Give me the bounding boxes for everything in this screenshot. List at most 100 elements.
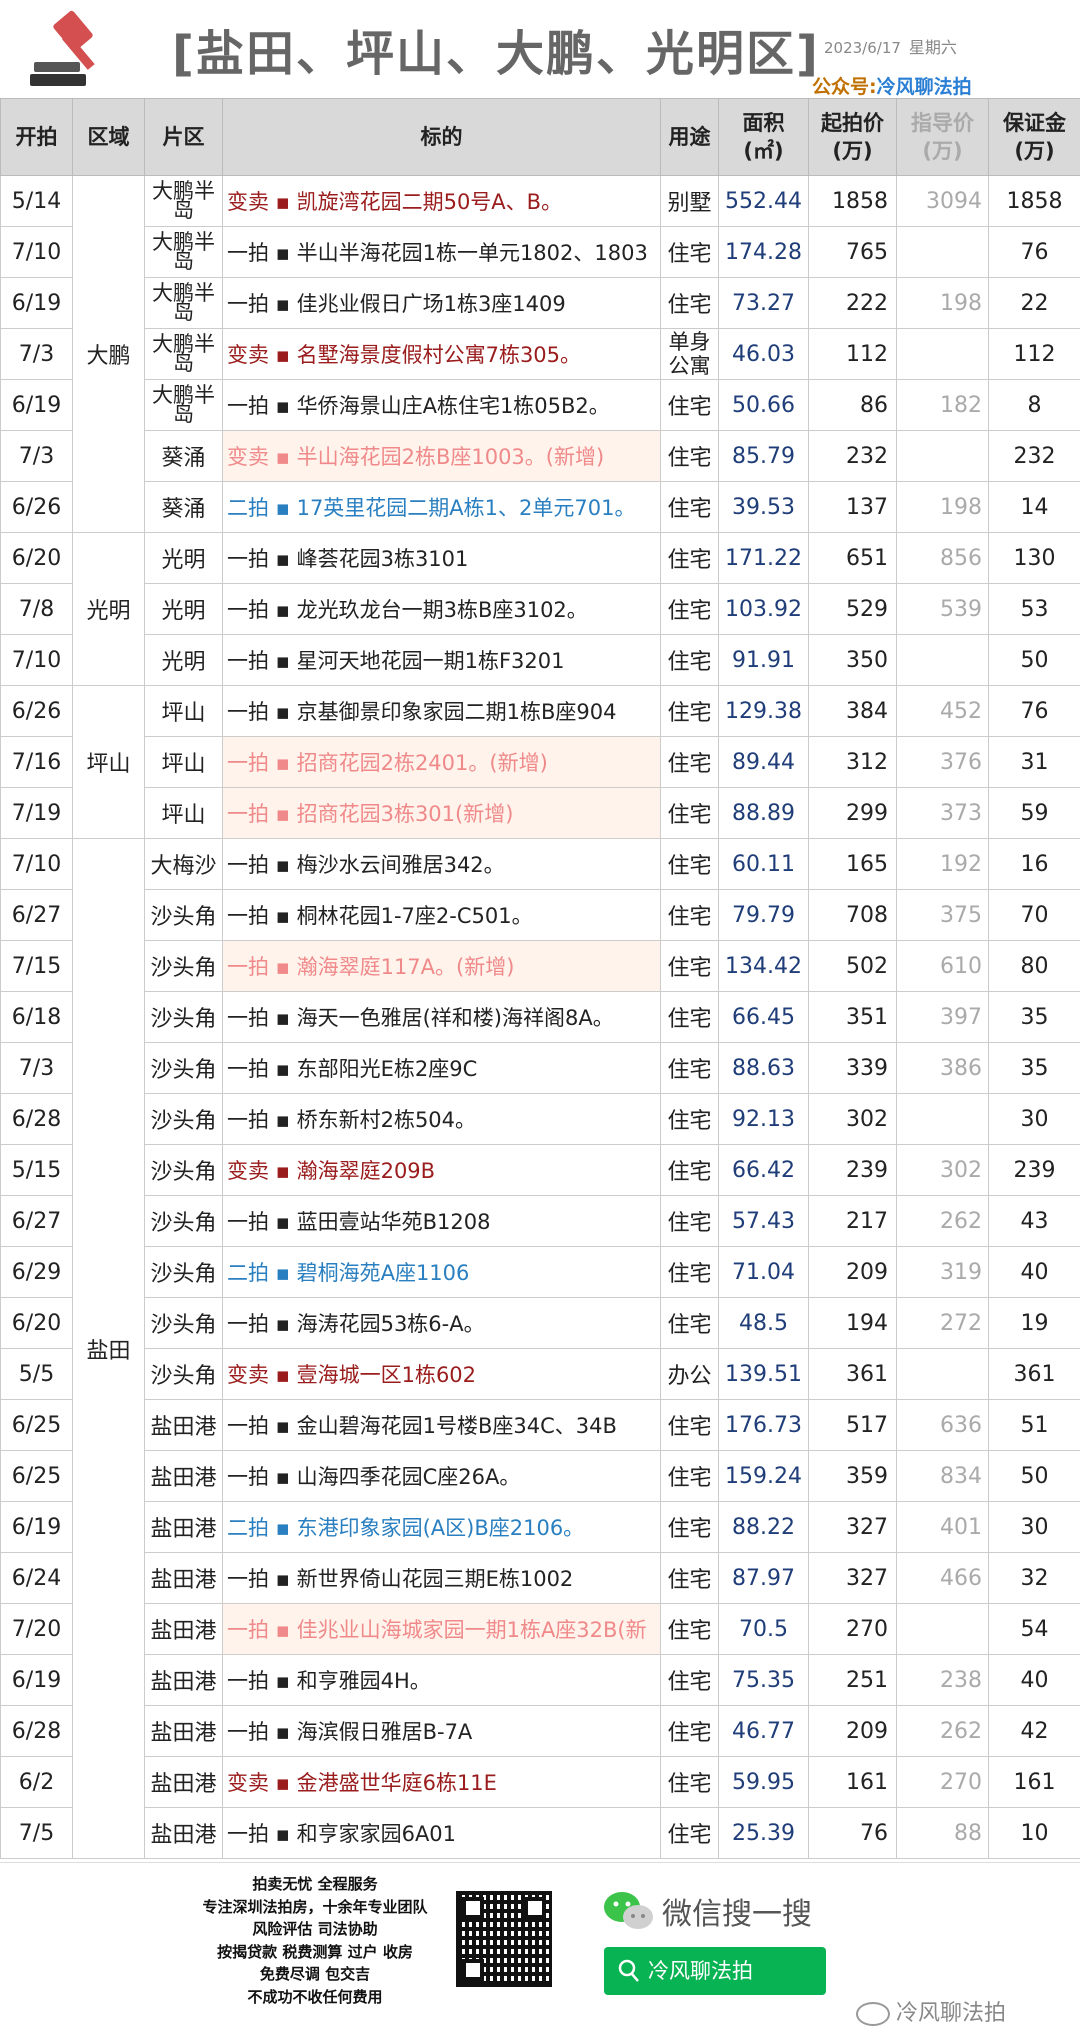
cell-target[interactable]: 变卖 ▪ 金港盛世华庭6栋11E <box>223 1757 661 1808</box>
cell-subarea: 葵涌 <box>145 431 223 482</box>
cell-target[interactable]: 一拍 ▪ 瀚海翠庭117A。(新增) <box>223 941 661 992</box>
table-row[interactable]: 6/19大鹏半岛一拍 ▪ 佳兆业假日广场1栋3座1409住宅73.2722219… <box>1 278 1080 329</box>
table-row[interactable]: 5/15沙头角变卖 ▪ 瀚海翠庭209B住宅66.42239302239 <box>1 1145 1080 1196</box>
cell-target[interactable]: 一拍 ▪ 新世界倚山花园三期E栋1002 <box>223 1553 661 1604</box>
cell-use: 住宅 <box>661 1757 719 1808</box>
cell-target[interactable]: 变卖 ▪ 名墅海景度假村公寓7栋305。 <box>223 329 661 380</box>
cell-use: 别墅 <box>661 176 719 227</box>
table-row[interactable]: 7/16坪山一拍 ▪ 招商花园2栋2401。(新增)住宅89.443123763… <box>1 737 1080 788</box>
table-row[interactable]: 6/19盐田港二拍 ▪ 东港印象家园(A区)B座2106。住宅88.223274… <box>1 1502 1080 1553</box>
table-row[interactable]: 7/10光明一拍 ▪ 星河天地花园一期1栋F3201住宅91.9135050 <box>1 635 1080 686</box>
table-row[interactable]: 7/19坪山一拍 ▪ 招商花园3栋301(新增)住宅88.8929937359 <box>1 788 1080 839</box>
cell-guide-price: 238 <box>897 1655 989 1706</box>
table-row[interactable]: 7/15沙头角一拍 ▪ 瀚海翠庭117A。(新增)住宅134.425026108… <box>1 941 1080 992</box>
cell-deposit: 22 <box>989 278 1080 329</box>
cell-target[interactable]: 二拍 ▪ 17英里花园二期A栋1、2单元701。 <box>223 482 661 533</box>
table-row[interactable]: 6/2盐田港变卖 ▪ 金港盛世华庭6栋11E住宅59.95161270161 <box>1 1757 1080 1808</box>
cell-target[interactable]: 一拍 ▪ 东部阳光E栋2座9C <box>223 1043 661 1094</box>
cell-target[interactable]: 一拍 ▪ 京基御景印象家园二期1栋B座904 <box>223 686 661 737</box>
cell-subarea: 坪山 <box>145 788 223 839</box>
cell-target[interactable]: 一拍 ▪ 桥东新村2栋504。 <box>223 1094 661 1145</box>
cell-target[interactable]: 一拍 ▪ 金山碧海花园1号楼B座34C、34B <box>223 1400 661 1451</box>
cell-area: 57.43 <box>719 1196 809 1247</box>
cell-area: 50.66 <box>719 380 809 431</box>
cell-deposit: 31 <box>989 737 1080 788</box>
table-row[interactable]: 6/20沙头角一拍 ▪ 海涛花园53栋6-A。住宅48.519427219 <box>1 1298 1080 1349</box>
table-row[interactable]: 6/25盐田港一拍 ▪ 山海四季花园C座26A。住宅159.2435983450 <box>1 1451 1080 1502</box>
cell-start-price: 361 <box>809 1349 897 1400</box>
table-row[interactable]: 6/20光明光明一拍 ▪ 峰荟花园3栋3101住宅171.22651856130 <box>1 533 1080 584</box>
cell-target[interactable]: 一拍 ▪ 山海四季花园C座26A。 <box>223 1451 661 1502</box>
auction-table: 开拍 区域 片区 标的 用途 面积(㎡) 起拍价(万) 指导价(万) 保证金(万… <box>0 98 1080 1859</box>
cell-target[interactable]: 一拍 ▪ 海涛花园53栋6-A。 <box>223 1298 661 1349</box>
table-row[interactable]: 6/28沙头角一拍 ▪ 桥东新村2栋504。住宅92.1330230 <box>1 1094 1080 1145</box>
qr-code-icon[interactable] <box>456 1891 552 1987</box>
cell-target[interactable]: 一拍 ▪ 蓝田壹站华苑B1208 <box>223 1196 661 1247</box>
cell-start-price: 137 <box>809 482 897 533</box>
cell-target[interactable]: 一拍 ▪ 海滨假日雅居B-7A <box>223 1706 661 1757</box>
cell-open-date: 7/19 <box>1 788 73 839</box>
cell-guide-price: 3094 <box>897 176 989 227</box>
cell-use: 住宅 <box>661 227 719 278</box>
cell-target[interactable]: 一拍 ▪ 招商花园2栋2401。(新增) <box>223 737 661 788</box>
cell-target[interactable]: 一拍 ▪ 峰荟花园3栋3101 <box>223 533 661 584</box>
table-row[interactable]: 6/28盐田港一拍 ▪ 海滨假日雅居B-7A住宅46.7720926242 <box>1 1706 1080 1757</box>
cell-target[interactable]: 一拍 ▪ 桐林花园1-7座2-C501。 <box>223 890 661 941</box>
cell-target[interactable]: 一拍 ▪ 星河天地花园一期1栋F3201 <box>223 635 661 686</box>
table-row[interactable]: 6/27沙头角一拍 ▪ 桐林花园1-7座2-C501。住宅79.79708375… <box>1 890 1080 941</box>
cell-guide-price: 376 <box>897 737 989 788</box>
table-row[interactable]: 6/18沙头角一拍 ▪ 海天一色雅居(祥和楼)海祥阁8A。住宅66.453513… <box>1 992 1080 1043</box>
cell-deposit: 32 <box>989 1553 1080 1604</box>
table-row[interactable]: 6/25盐田港一拍 ▪ 金山碧海花园1号楼B座34C、34B住宅176.7351… <box>1 1400 1080 1451</box>
cell-subarea: 坪山 <box>145 686 223 737</box>
table-row[interactable]: 7/3葵涌变卖 ▪ 半山海花园2栋B座1003。(新增)住宅85.7923223… <box>1 431 1080 482</box>
cell-target[interactable]: 一拍 ▪ 和亨家家园6A01 <box>223 1808 661 1859</box>
cell-target[interactable]: 变卖 ▪ 半山海花园2栋B座1003。(新增) <box>223 431 661 482</box>
table-row[interactable]: 6/29沙头角二拍 ▪ 碧桐海苑A座1106住宅71.0420931940 <box>1 1247 1080 1298</box>
cell-target[interactable]: 一拍 ▪ 龙光玖龙台一期3栋B座3102。 <box>223 584 661 635</box>
cell-target[interactable]: 一拍 ▪ 佳兆业山海城家园一期1栋A座32B(新 <box>223 1604 661 1655</box>
cell-target[interactable]: 二拍 ▪ 碧桐海苑A座1106 <box>223 1247 661 1298</box>
table-row[interactable]: 6/26坪山坪山一拍 ▪ 京基御景印象家园二期1栋B座904住宅129.3838… <box>1 686 1080 737</box>
cell-target[interactable]: 变卖 ▪ 壹海城一区1栋602 <box>223 1349 661 1400</box>
cell-target[interactable]: 一拍 ▪ 海天一色雅居(祥和楼)海祥阁8A。 <box>223 992 661 1043</box>
table-row[interactable]: 6/26葵涌二拍 ▪ 17英里花园二期A栋1、2单元701。住宅39.53137… <box>1 482 1080 533</box>
wechat-search-label: 微信搜一搜 <box>662 1889 812 1933</box>
table-row[interactable]: 6/19大鹏半岛一拍 ▪ 华侨海景山庄A栋住宅1栋05B2。住宅50.66861… <box>1 380 1080 431</box>
cell-target[interactable]: 一拍 ▪ 梅沙水云间雅居342。 <box>223 839 661 890</box>
account-name: 冷风聊法拍 <box>877 76 972 98</box>
cell-subarea: 盐田港 <box>145 1808 223 1859</box>
table-row[interactable]: 5/14大鹏大鹏半岛变卖 ▪ 凯旋湾花园二期50号A、B。别墅552.44185… <box>1 176 1080 227</box>
cell-target[interactable]: 变卖 ▪ 瀚海翠庭209B <box>223 1145 661 1196</box>
cell-open-date: 7/10 <box>1 227 73 278</box>
table-row[interactable]: 7/3大鹏半岛变卖 ▪ 名墅海景度假村公寓7栋305。单身公寓46.031121… <box>1 329 1080 380</box>
table-row[interactable]: 6/27沙头角一拍 ▪ 蓝田壹站华苑B1208住宅57.4321726243 <box>1 1196 1080 1247</box>
cell-target[interactable]: 一拍 ▪ 招商花园3栋301(新增) <box>223 788 661 839</box>
cell-open-date: 6/26 <box>1 482 73 533</box>
cell-deposit: 40 <box>989 1247 1080 1298</box>
cell-target[interactable]: 二拍 ▪ 东港印象家园(A区)B座2106。 <box>223 1502 661 1553</box>
cell-area: 89.44 <box>719 737 809 788</box>
cell-use: 住宅 <box>661 839 719 890</box>
table-row[interactable]: 7/5盐田港一拍 ▪ 和亨家家园6A01住宅25.39768810 <box>1 1808 1080 1859</box>
wechat-search-button[interactable]: 冷风聊法拍 <box>604 1947 826 1995</box>
table-row[interactable]: 7/8光明一拍 ▪ 龙光玖龙台一期3栋B座3102。住宅103.92529539… <box>1 584 1080 635</box>
table-row[interactable]: 6/24盐田港一拍 ▪ 新世界倚山花园三期E栋1002住宅87.97327466… <box>1 1553 1080 1604</box>
table-row[interactable]: 6/19盐田港一拍 ▪ 和亨雅园4H。住宅75.3525123840 <box>1 1655 1080 1706</box>
cell-target[interactable]: 变卖 ▪ 凯旋湾花园二期50号A、B。 <box>223 176 661 227</box>
table-row[interactable]: 7/10盐田大梅沙一拍 ▪ 梅沙水云间雅居342。住宅60.1116519216 <box>1 839 1080 890</box>
cell-target[interactable]: 一拍 ▪ 半山半海花园1栋一单元1802、1803 <box>223 227 661 278</box>
cell-subarea: 沙头角 <box>145 1043 223 1094</box>
table-row[interactable]: 7/3沙头角一拍 ▪ 东部阳光E栋2座9C住宅88.6333938635 <box>1 1043 1080 1094</box>
cell-target[interactable]: 一拍 ▪ 华侨海景山庄A栋住宅1栋05B2。 <box>223 380 661 431</box>
cell-subarea: 坪山 <box>145 737 223 788</box>
cell-start-price: 351 <box>809 992 897 1043</box>
table-row[interactable]: 7/20盐田港一拍 ▪ 佳兆业山海城家园一期1栋A座32B(新住宅70.5270… <box>1 1604 1080 1655</box>
cell-start-price: 239 <box>809 1145 897 1196</box>
cell-target[interactable]: 一拍 ▪ 和亨雅园4H。 <box>223 1655 661 1706</box>
cell-target[interactable]: 一拍 ▪ 佳兆业假日广场1栋3座1409 <box>223 278 661 329</box>
table-row[interactable]: 7/10大鹏半岛一拍 ▪ 半山半海花园1栋一单元1802、1803住宅174.2… <box>1 227 1080 278</box>
table-row[interactable]: 5/5沙头角变卖 ▪ 壹海城一区1栋602办公139.51361361 <box>1 1349 1080 1400</box>
page-header: [盐田、坪山、大鹏、光明区] 2023/6/17星期六 公众号:冷风聊法拍 <box>0 0 1080 98</box>
cell-start-price: 708 <box>809 890 897 941</box>
